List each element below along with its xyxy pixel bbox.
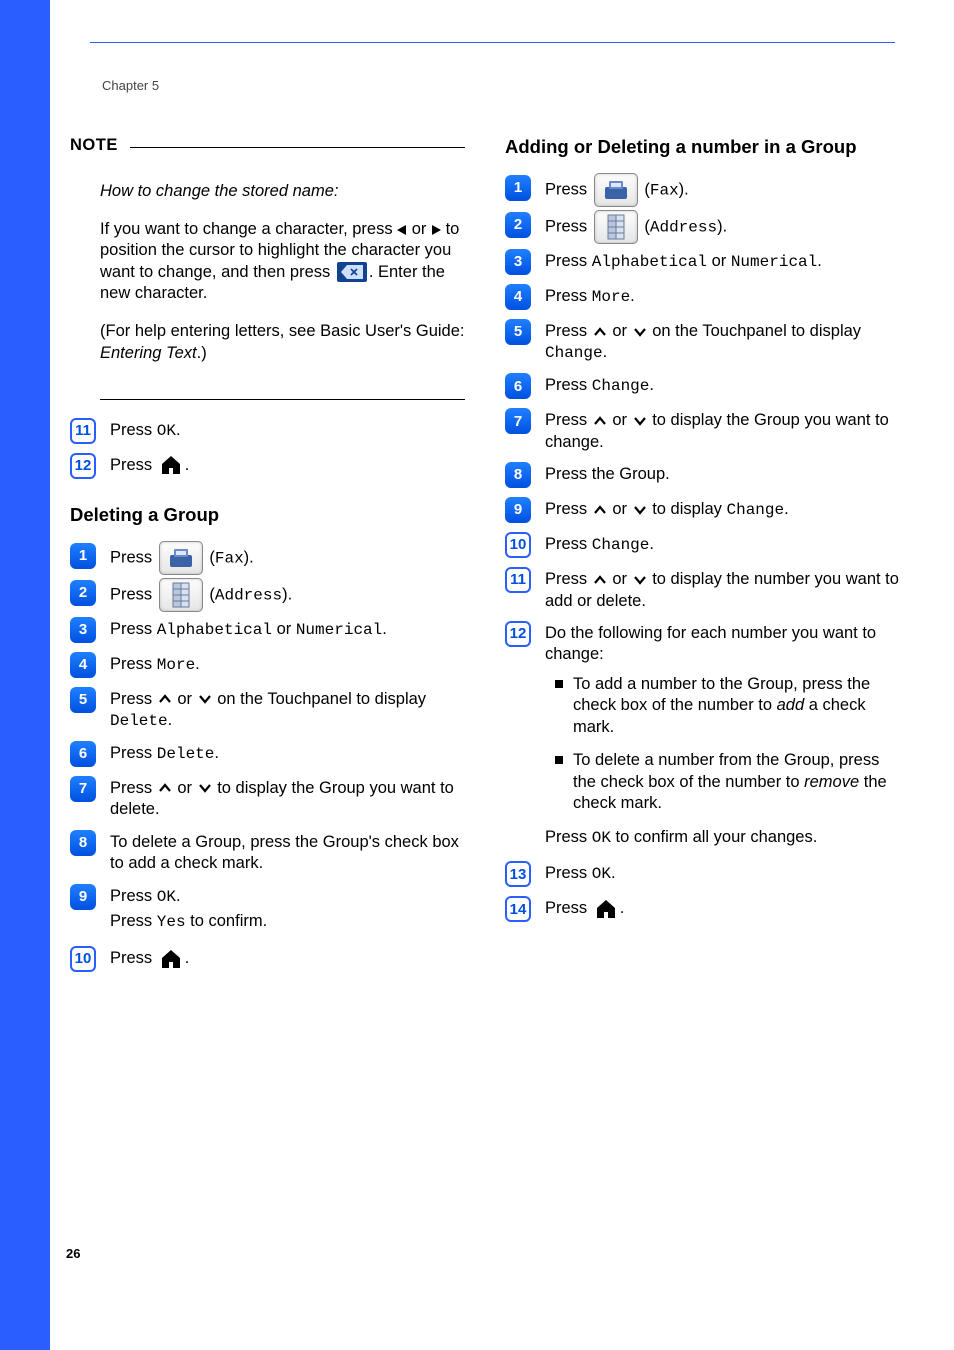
chevron-down-icon bbox=[633, 504, 647, 516]
step-number-5: 5 bbox=[505, 319, 531, 345]
del-step-2: 2 Press (Address). bbox=[70, 580, 465, 608]
step-number-3: 3 bbox=[505, 249, 531, 275]
note-paragraph-1: If you want to change a character, press… bbox=[100, 219, 465, 305]
step-number-5: 5 bbox=[70, 687, 96, 713]
fax-icon bbox=[159, 541, 203, 575]
step-number-14: 14 bbox=[505, 896, 531, 922]
note-title-text: NOTE bbox=[70, 135, 118, 156]
heading-adding: Adding or Deleting a number in a Group bbox=[505, 135, 900, 159]
step-number-11: 11 bbox=[505, 567, 531, 593]
add-step-13: 13 Press OK. bbox=[505, 861, 900, 887]
home-icon bbox=[159, 948, 183, 970]
step-number-1: 1 bbox=[70, 543, 96, 569]
home-icon bbox=[159, 454, 183, 476]
fax-icon bbox=[594, 173, 638, 207]
del-step-3: 3 Press Alphabetical or Numerical. bbox=[70, 617, 465, 643]
del-step-10: 10 Press . bbox=[70, 946, 465, 972]
step-12: 12 Press . bbox=[70, 453, 465, 479]
note-end-rule bbox=[100, 399, 465, 400]
add-step-2: 2 Press (Address). bbox=[505, 212, 900, 240]
step-number-10: 10 bbox=[70, 946, 96, 972]
step-number-9: 9 bbox=[70, 884, 96, 910]
step-number-10: 10 bbox=[505, 532, 531, 558]
step-number-2: 2 bbox=[505, 212, 531, 238]
add-step-5: 5 Press or on the Touchpanel to display … bbox=[505, 319, 900, 364]
manual-page: Chapter 5 26 NOTE How to change the stor… bbox=[0, 0, 954, 1350]
top-rule bbox=[90, 42, 895, 43]
left-accent-bar bbox=[0, 0, 50, 1350]
step-number-3: 3 bbox=[70, 617, 96, 643]
add-step-4: 4 Press More. bbox=[505, 284, 900, 310]
chevron-up-icon bbox=[593, 574, 607, 586]
address-book-icon bbox=[159, 578, 203, 612]
step-number-12: 12 bbox=[70, 453, 96, 479]
del-step-5: 5 Press or on the Touchpanel to display … bbox=[70, 687, 465, 732]
content-area: NOTE How to change the stored name: If y… bbox=[70, 135, 905, 981]
add-step-11: 11 Press or to display the number you wa… bbox=[505, 567, 900, 612]
square-bullet-icon bbox=[555, 756, 563, 764]
chevron-down-icon bbox=[633, 415, 647, 427]
home-icon bbox=[594, 898, 618, 920]
add-step-7: 7 Press or to display the Group you want… bbox=[505, 408, 900, 453]
add-step-6: 6 Press Change. bbox=[505, 373, 900, 399]
add-step-3: 3 Press Alphabetical or Numerical. bbox=[505, 249, 900, 275]
note-rule bbox=[130, 147, 465, 148]
chevron-up-icon bbox=[593, 326, 607, 338]
heading-deleting: Deleting a Group bbox=[70, 503, 465, 527]
step-11-body: Press OK. bbox=[110, 418, 465, 442]
step-number-8: 8 bbox=[505, 462, 531, 488]
note-body: How to change the stored name: If you wa… bbox=[70, 162, 465, 386]
step-number-7: 7 bbox=[505, 408, 531, 434]
del-step-7: 7 Press or to display the Group you want… bbox=[70, 776, 465, 821]
chevron-up-icon bbox=[593, 415, 607, 427]
page-number: 26 bbox=[66, 1246, 80, 1261]
step-number-11: 11 bbox=[70, 418, 96, 444]
address-book-icon bbox=[594, 210, 638, 244]
chapter-label: Chapter 5 bbox=[102, 78, 159, 93]
step-number-8: 8 bbox=[70, 830, 96, 856]
chevron-up-icon bbox=[158, 693, 172, 705]
chevron-down-icon bbox=[198, 693, 212, 705]
step-number-1: 1 bbox=[505, 175, 531, 201]
step-number-13: 13 bbox=[505, 861, 531, 887]
step-12-body: Press . bbox=[110, 453, 465, 476]
step-number-6: 6 bbox=[70, 741, 96, 767]
add-step-9: 9 Press or to display Change. bbox=[505, 497, 900, 523]
right-column: Adding or Deleting a number in a Group 1… bbox=[505, 135, 900, 981]
chevron-down-icon bbox=[633, 574, 647, 586]
add-step-12: 12 Do the following for each number you … bbox=[505, 621, 900, 852]
step-number-4: 4 bbox=[70, 652, 96, 678]
del-step-6: 6 Press Delete. bbox=[70, 741, 465, 767]
add-step-8: 8 Press the Group. bbox=[505, 462, 900, 488]
step-number-12: 12 bbox=[505, 621, 531, 647]
note-paragraph-2: (For help entering letters, see Basic Us… bbox=[100, 321, 465, 364]
del-step-4: 4 Press More. bbox=[70, 652, 465, 678]
note-intro: How to change the stored name: bbox=[100, 182, 338, 200]
del-step-1: 1 Press (Fax). bbox=[70, 543, 465, 571]
chevron-up-icon bbox=[593, 504, 607, 516]
left-column: NOTE How to change the stored name: If y… bbox=[70, 135, 465, 981]
step-number-9: 9 bbox=[505, 497, 531, 523]
del-step-9: 9 Press OK. Press Yes to confirm. bbox=[70, 884, 465, 938]
del-step-8: 8 To delete a Group, press the Group's c… bbox=[70, 830, 465, 875]
arrow-right-icon bbox=[432, 225, 441, 235]
step-number-7: 7 bbox=[70, 776, 96, 802]
step-number-2: 2 bbox=[70, 580, 96, 606]
step-11: 11 Press OK. bbox=[70, 418, 465, 444]
arrow-left-icon bbox=[397, 225, 406, 235]
sublist-item: To delete a number from the Group, press… bbox=[545, 750, 900, 814]
chevron-down-icon bbox=[633, 326, 647, 338]
sublist: To add a number to the Group, press the … bbox=[545, 674, 900, 815]
step-number-4: 4 bbox=[505, 284, 531, 310]
step-number-6: 6 bbox=[505, 373, 531, 399]
sublist-item: To add a number to the Group, press the … bbox=[545, 674, 900, 738]
backspace-icon bbox=[337, 262, 367, 282]
chevron-down-icon bbox=[198, 782, 212, 794]
add-step-10: 10 Press Change. bbox=[505, 532, 900, 558]
square-bullet-icon bbox=[555, 680, 563, 688]
add-step-1: 1 Press (Fax). bbox=[505, 175, 900, 203]
note-heading: NOTE bbox=[70, 135, 465, 156]
chevron-up-icon bbox=[158, 782, 172, 794]
add-step-14: 14 Press . bbox=[505, 896, 900, 922]
